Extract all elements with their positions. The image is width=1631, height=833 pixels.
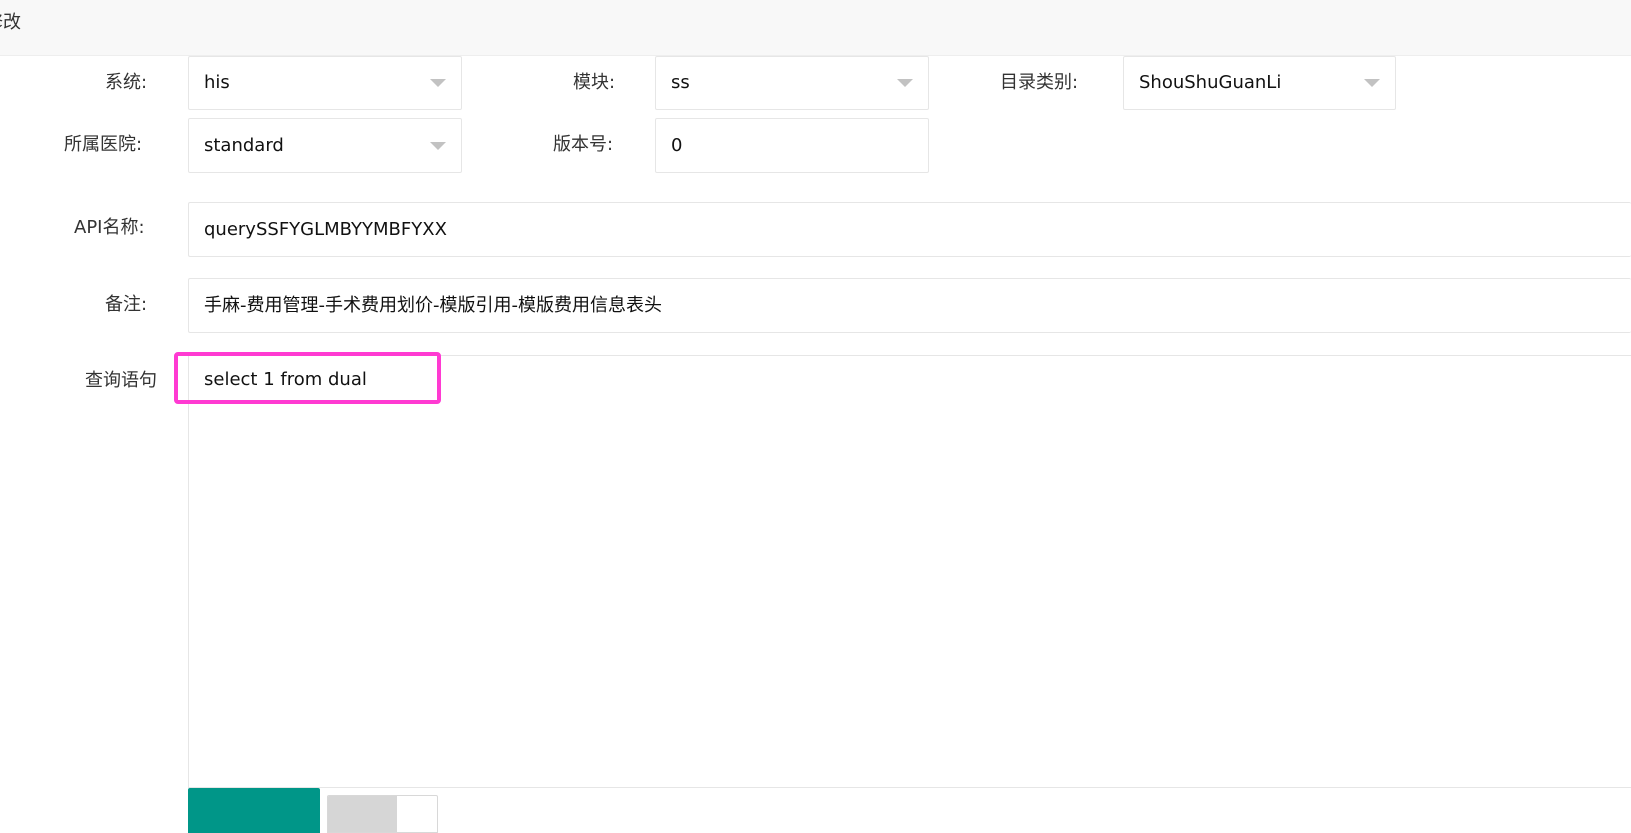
version-input[interactable]: 0 (655, 118, 929, 173)
directory-category-label: 目录类别: (1000, 72, 1079, 93)
hospital-label: 所属医院: (64, 134, 143, 155)
secondary-button[interactable] (327, 795, 438, 833)
system-label: 系统: (105, 72, 148, 93)
version-label: 版本号: (553, 134, 614, 155)
query-statement-textarea-value: select 1 from dual (204, 369, 367, 390)
directory-category-select-value: ShouShuGuanLi (1139, 72, 1282, 93)
remark-input-value: 手麻-费用管理-手术费用划价-模版引用-模版费用信息表头 (204, 294, 662, 316)
api-name-label: API名称: (74, 217, 145, 238)
hospital-select[interactable]: standard (188, 118, 462, 173)
dialog-title: 修改 (0, 12, 21, 33)
query-statement-label: 查询语句 (85, 370, 157, 391)
query-statement-textarea[interactable]: select 1 from dual (188, 355, 1631, 788)
chevron-down-icon (1364, 79, 1380, 87)
api-name-input[interactable]: querySSFYGLMBYYMBFYXX (188, 202, 1631, 257)
remark-input[interactable]: 手麻-费用管理-手术费用划价-模版引用-模版费用信息表头 (188, 278, 1631, 333)
module-select-value: ss (671, 72, 690, 93)
module-select[interactable]: ss (655, 56, 929, 110)
chevron-down-icon (897, 79, 913, 87)
dialog-header: 修改 (0, 0, 1631, 56)
chevron-down-icon (430, 141, 446, 150)
api-name-input-value: querySSFYGLMBYYMBFYXX (204, 218, 447, 240)
edit-dialog: 修改 系统: his 模块: ss 目录类别: ShouShuGuanLi 所属… (0, 0, 1631, 833)
directory-category-select[interactable]: ShouShuGuanLi (1123, 56, 1396, 110)
secondary-button-fill (328, 796, 397, 832)
module-label: 模块: (573, 72, 616, 93)
system-select[interactable]: his (188, 56, 462, 110)
hospital-select-value: standard (204, 134, 284, 156)
chevron-down-icon (430, 79, 446, 87)
version-input-value: 0 (671, 134, 683, 156)
system-select-value: his (204, 72, 230, 93)
primary-submit-button[interactable] (188, 788, 320, 833)
remark-label: 备注: (105, 294, 148, 315)
